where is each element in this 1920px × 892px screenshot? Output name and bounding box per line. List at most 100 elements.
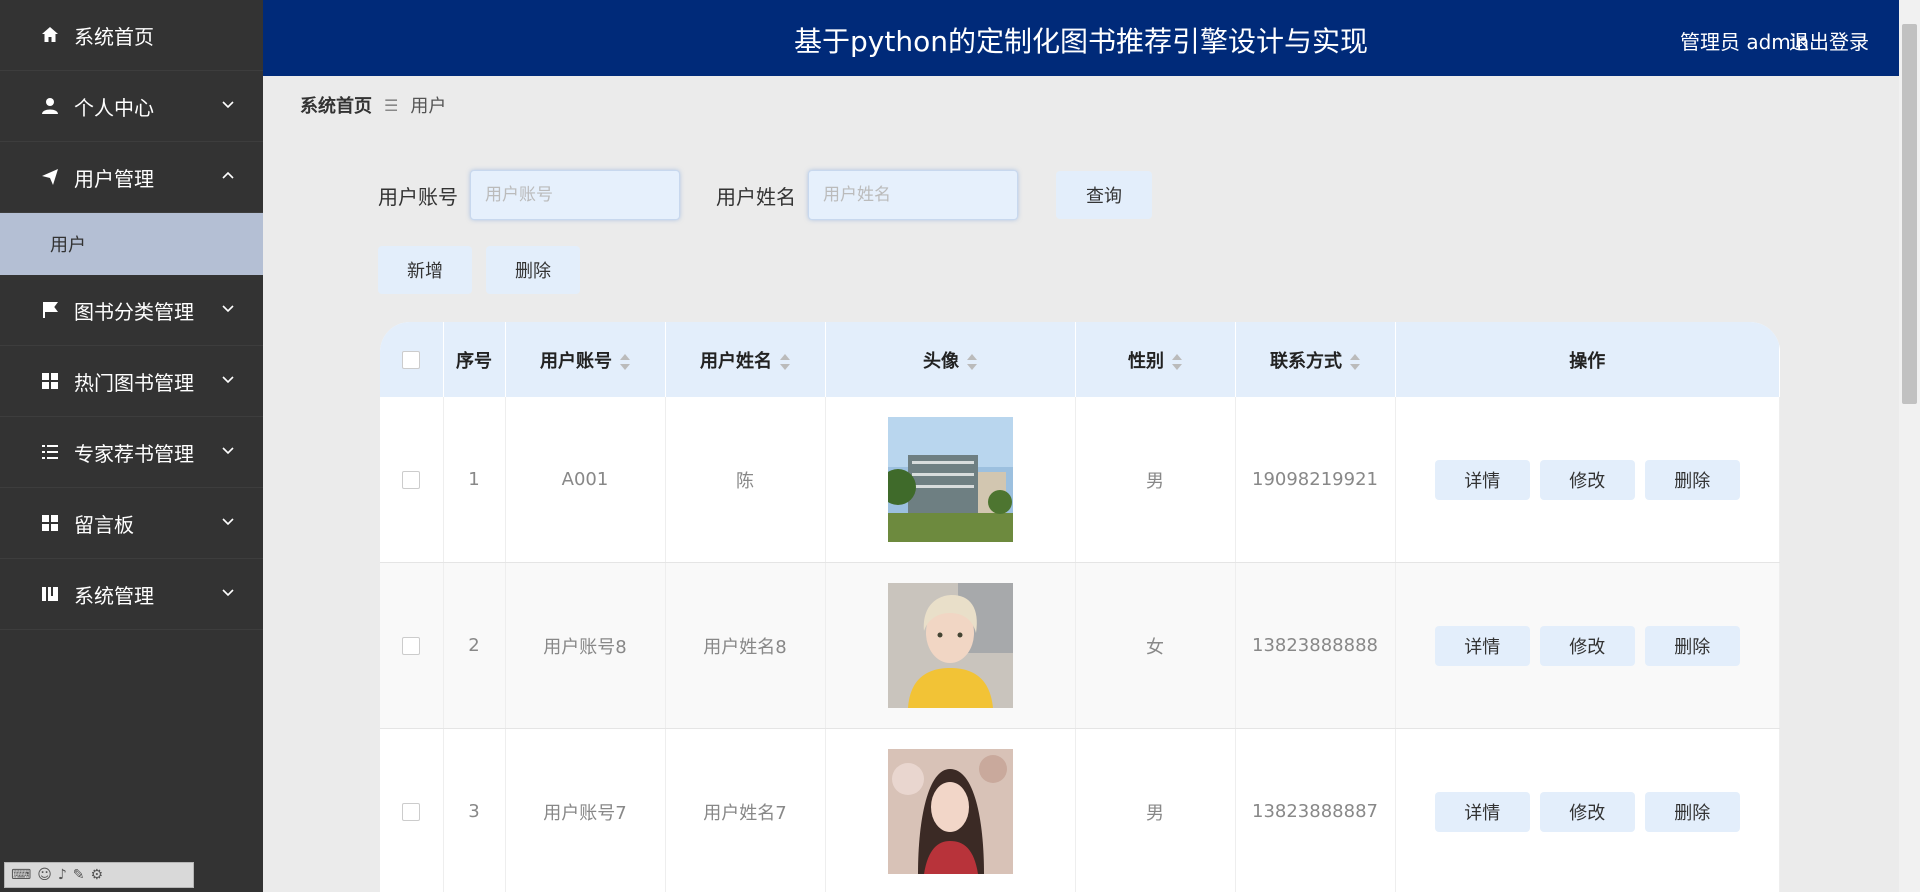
column-header-name[interactable]: 用户姓名 [665, 322, 826, 397]
row-checkbox[interactable] [402, 803, 421, 821]
scrollbar-thumb[interactable] [1902, 24, 1917, 404]
query-button[interactable]: 查询 [1056, 171, 1152, 219]
column-header-label: 头像 [923, 350, 959, 372]
cell-account: A001 [505, 397, 666, 563]
cell-avatar [825, 397, 1076, 563]
cell-ops: 详情 修改 删除 [1395, 562, 1780, 729]
row-checkbox[interactable] [402, 637, 421, 655]
ime-icon[interactable]: ⚙ [91, 867, 104, 883]
delete-button[interactable]: 删除 [1644, 791, 1740, 832]
logout-link[interactable]: 退出登录 [1789, 26, 1869, 55]
home-icon [38, 23, 62, 47]
select-all-checkbox[interactable] [402, 351, 421, 369]
sidebar-item-profile[interactable]: 个人中心 [0, 71, 263, 142]
avatar-girl-portrait-photo[interactable] [887, 749, 1013, 874]
cell-account: 用户账号7 [505, 728, 666, 892]
avatar-blond-person-photo[interactable] [887, 583, 1013, 708]
cell-ops: 详情 修改 删除 [1395, 728, 1780, 892]
cell-name: 陈 [665, 397, 826, 563]
column-header-label: 用户姓名 [700, 350, 772, 372]
sort-icon[interactable] [780, 353, 790, 370]
sidebar-subitem-user[interactable]: 用户 [0, 213, 263, 275]
edit-button[interactable]: 修改 [1539, 459, 1635, 500]
search-form: 用户账号 用户姓名 查询 [378, 170, 1152, 220]
cell-gender: 女 [1075, 562, 1236, 729]
send-icon [38, 165, 62, 189]
column-header-label: 用户账号 [540, 350, 612, 372]
breadcrumb-home[interactable]: 系统首页 [300, 92, 372, 118]
row-checkbox-cell [380, 562, 444, 729]
chevron-down-icon [222, 101, 234, 109]
row-checkbox[interactable] [402, 471, 421, 489]
breadcrumb: 系统首页 ☰ 用户 [300, 92, 446, 118]
sidebar-item-label: 系统管理 [74, 583, 154, 608]
sidebar-item-home[interactable]: 系统首页 [0, 0, 263, 71]
sidebar: 系统首页 个人中心 用户管理 用户 图书分类管理 热门图书管理 专家荐书管理 留… [0, 0, 263, 892]
column-header-avatar[interactable]: 头像 [825, 322, 1076, 397]
avatar-building-photo[interactable] [887, 417, 1013, 542]
sidebar-item-label: 热门图书管理 [74, 370, 194, 395]
cell-gender: 男 [1075, 397, 1236, 563]
sidebar-item-label: 图书分类管理 [74, 299, 194, 324]
ime-icon[interactable]: ⌨ [11, 867, 31, 883]
ime-icon[interactable]: ✎ [73, 867, 85, 883]
vertical-scrollbar[interactable] [1899, 0, 1920, 892]
cell-index: 1 [443, 397, 506, 563]
sidebar-item-user-management[interactable]: 用户管理 [0, 142, 263, 213]
sidebar-item-popular-books[interactable]: 热门图书管理 [0, 346, 263, 417]
sidebar-item-label: 个人中心 [74, 95, 154, 120]
cell-account: 用户账号8 [505, 562, 666, 729]
cell-avatar [825, 728, 1076, 892]
sort-icon[interactable] [967, 353, 977, 370]
edit-button[interactable]: 修改 [1539, 791, 1635, 832]
select-all-checkbox-cell [380, 322, 444, 397]
top-header: 基于python的定制化图书推荐引擎设计与实现 管理员 admin 退出登录 [263, 0, 1899, 76]
detail-button[interactable]: 详情 [1434, 459, 1530, 500]
cell-contact: 19098219921 [1235, 397, 1396, 563]
breadcrumb-separator-icon: ☰ [384, 95, 399, 115]
detail-button[interactable]: 详情 [1434, 791, 1530, 832]
sort-icon[interactable] [620, 353, 630, 370]
sort-icon[interactable] [1172, 353, 1182, 370]
sidebar-item-label: 专家荐书管理 [74, 441, 194, 466]
column-header-account[interactable]: 用户账号 [505, 322, 666, 397]
edit-button[interactable]: 修改 [1539, 625, 1635, 666]
column-header-label: 性别 [1128, 350, 1164, 372]
chevron-down-icon [222, 305, 234, 313]
cell-name: 用户姓名7 [665, 728, 826, 892]
cell-index: 3 [443, 728, 506, 892]
chevron-down-icon [222, 447, 234, 455]
sidebar-item-expert-recommend[interactable]: 专家荐书管理 [0, 417, 263, 488]
ime-icon[interactable]: ☺ [37, 867, 52, 883]
table-row: 3 用户账号7 用户姓名7 男 13823888887 详情修改 删除 [380, 728, 1780, 892]
sidebar-item-system[interactable]: 系统管理 [0, 559, 263, 630]
delete-button[interactable]: 删除 [1644, 625, 1740, 666]
table-row: 1 A001 陈 男 19098219921 详情 修改 删除 [380, 397, 1780, 563]
batch-delete-button[interactable]: 删除 [486, 246, 580, 294]
breadcrumb-current: 用户 [410, 96, 447, 117]
sidebar-item-book-category[interactable]: 图书分类管理 [0, 275, 263, 346]
grid-icon [38, 511, 62, 535]
sort-icon[interactable] [1350, 353, 1360, 370]
delete-button[interactable]: 删除 [1644, 459, 1740, 500]
cell-avatar [825, 562, 1076, 729]
detail-button[interactable]: 详情 [1434, 625, 1530, 666]
ime-toolbar[interactable]: ⌨ ☺ ♪ ✎ ⚙ [4, 862, 194, 888]
chevron-down-icon [222, 376, 234, 384]
cell-contact: 13823888887 [1235, 728, 1396, 892]
sidebar-item-label: 用户管理 [74, 166, 154, 191]
account-search-input[interactable] [470, 170, 680, 220]
chevron-down-icon [222, 518, 234, 526]
column-header-gender[interactable]: 性别 [1075, 322, 1236, 397]
add-button[interactable]: 新增 [378, 246, 472, 294]
ime-icon[interactable]: ♪ [58, 867, 67, 883]
row-checkbox-cell [380, 728, 444, 892]
sidebar-item-message-board[interactable]: 留言板 [0, 488, 263, 559]
column-header-contact[interactable]: 联系方式 [1235, 322, 1396, 397]
column-header-label: 联系方式 [1270, 350, 1342, 372]
user-icon [38, 94, 62, 118]
column-header-index: 序号 [443, 322, 506, 397]
name-search-input[interactable] [808, 170, 1018, 220]
book-icon [38, 582, 62, 606]
sidebar-item-label: 系统首页 [74, 24, 154, 49]
